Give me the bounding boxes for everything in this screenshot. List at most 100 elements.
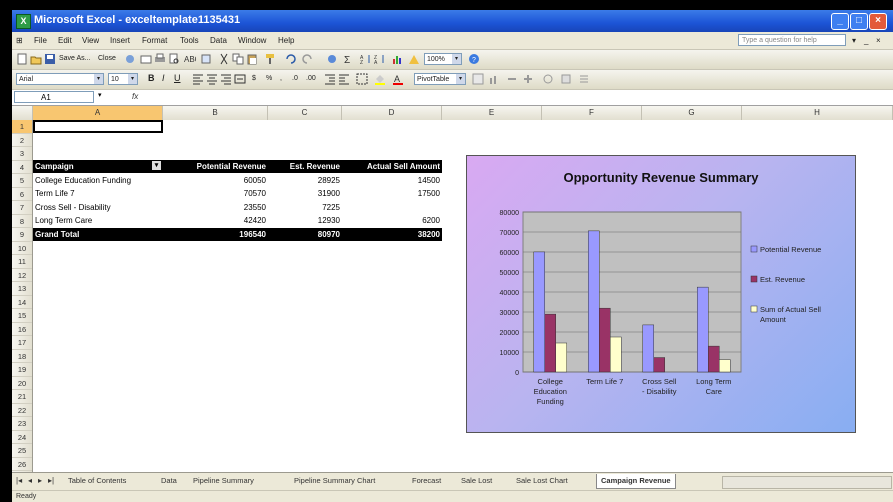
worksheet-grid[interactable]: Campaign ▾ Potential Revenue Est. Revenue… [33, 120, 893, 472]
table-cell[interactable]: 6200 [342, 214, 442, 227]
print-preview-icon[interactable] [168, 53, 180, 65]
menu-file[interactable]: File [34, 36, 47, 45]
column-header-a[interactable]: A [33, 106, 163, 120]
table-cell[interactable]: 28925 [268, 174, 342, 187]
underline-icon[interactable]: U [174, 73, 181, 83]
help-search-input[interactable]: Type a question for help [738, 34, 846, 46]
row-header-21[interactable]: 21 [12, 390, 32, 404]
menu-format[interactable]: Format [142, 36, 167, 45]
table-cell[interactable] [342, 201, 442, 214]
table-cell[interactable]: 12930 [268, 214, 342, 227]
prev-sheet-icon[interactable]: ◂ [28, 476, 32, 485]
row-header-14[interactable]: 14 [12, 296, 32, 309]
sheet-tab-sale-lost-chart[interactable]: Sale Lost Chart [512, 474, 572, 488]
row-header-15[interactable]: 15 [12, 309, 32, 323]
autosum-icon[interactable]: Σ [342, 53, 354, 65]
column-header-d[interactable]: D [342, 106, 442, 120]
grand-total-cell[interactable]: 196540 [163, 227, 268, 241]
row-header-23[interactable]: 23 [12, 417, 32, 431]
table-cell[interactable]: 7225 [268, 201, 342, 214]
font-size-select[interactable]: 10 ▾ [108, 73, 138, 85]
horizontal-scrollbar[interactable] [722, 476, 892, 489]
align-left-icon[interactable] [192, 73, 204, 85]
pivot-field-list-icon[interactable] [578, 73, 590, 85]
pivot-refresh-icon[interactable] [542, 73, 554, 85]
table-cell[interactable]: 70570 [163, 187, 268, 200]
pivot-hide-detail-icon[interactable] [506, 73, 518, 85]
row-header-8[interactable]: 8 [12, 215, 32, 228]
table-cell[interactable]: 42420 [163, 214, 268, 227]
align-right-icon[interactable] [220, 73, 232, 85]
print-icon[interactable] [154, 53, 166, 65]
excel-menu-icon[interactable]: ⊞ [16, 36, 23, 45]
open-icon[interactable] [30, 53, 42, 65]
select-all-corner[interactable] [12, 106, 33, 120]
row-header-20[interactable]: 20 [12, 377, 32, 390]
sheet-tab-pipeline-summary[interactable]: Pipeline Summary [189, 474, 258, 488]
save-icon[interactable] [44, 53, 56, 65]
merge-center-icon[interactable] [234, 73, 246, 85]
drawing-icon[interactable] [408, 53, 420, 65]
row-header-16[interactable]: 16 [12, 323, 32, 336]
chart-wizard-icon[interactable] [392, 53, 404, 65]
column-header-f[interactable]: F [542, 106, 642, 120]
pivot-show-detail-icon[interactable] [522, 73, 534, 85]
next-sheet-icon[interactable]: ▸ [38, 476, 42, 485]
table-header-campaign[interactable]: Campaign ▾ [33, 160, 163, 173]
grand-total-cell[interactable]: 38200 [342, 227, 442, 241]
column-header-e[interactable]: E [442, 106, 542, 120]
row-header-9[interactable]: 9 [12, 228, 32, 242]
table-cell[interactable]: Cross Sell - Disability [33, 201, 163, 214]
sheet-tab-table-of-contents[interactable]: Table of Contents [64, 474, 130, 488]
increase-decimal-icon[interactable]: .0 [292, 75, 298, 82]
sheet-tab-campaign-revenue[interactable]: Campaign Revenue [596, 474, 676, 489]
name-box[interactable]: A1 [14, 91, 94, 103]
decrease-decimal-icon[interactable]: .00 [306, 75, 316, 82]
row-header-26[interactable]: 26 [12, 458, 32, 471]
bold-icon[interactable]: B [148, 73, 155, 83]
row-header-24[interactable]: 24 [12, 431, 32, 444]
table-cell[interactable]: Term Life 7 [33, 187, 163, 200]
close-doc-button[interactable]: Close [98, 55, 116, 62]
grand-total-cell[interactable]: 80970 [268, 227, 342, 241]
email-icon[interactable] [140, 53, 152, 65]
menu-tools[interactable]: Tools [180, 36, 199, 45]
align-center-icon[interactable] [206, 73, 218, 85]
sheet-tab-pipeline-summary-chart[interactable]: Pipeline Summary Chart [290, 474, 379, 488]
row-header-11[interactable]: 11 [12, 255, 32, 269]
grand-total-label[interactable]: Grand Total [33, 227, 163, 241]
filter-dropdown-icon[interactable]: ▾ [152, 161, 161, 170]
row-header-22[interactable]: 22 [12, 404, 32, 417]
zoom-select[interactable]: 100% ▾ [424, 53, 462, 65]
row-header-13[interactable]: 13 [12, 282, 32, 296]
last-sheet-icon[interactable]: ▸| [48, 476, 54, 485]
sheet-tab-forecast[interactable]: Forecast [408, 474, 445, 488]
row-header-19[interactable]: 19 [12, 363, 32, 377]
increase-indent-icon[interactable] [338, 73, 350, 85]
row-header-3[interactable]: 3 [12, 147, 32, 161]
row-header-17[interactable]: 17 [12, 336, 32, 350]
pivottable-menu[interactable]: PivotTable ▾ [414, 73, 466, 85]
column-header-b[interactable]: B [163, 106, 268, 120]
table-cell[interactable]: 17500 [342, 187, 442, 200]
font-color-icon[interactable]: A [392, 73, 404, 85]
name-box-dropdown-icon[interactable]: ▾ [98, 91, 102, 99]
row-header-2[interactable]: 2 [12, 134, 32, 147]
first-sheet-icon[interactable]: |◂ [16, 476, 22, 485]
office-help-icon[interactable]: ? [468, 53, 480, 65]
new-icon[interactable] [16, 53, 28, 65]
paste-icon[interactable] [246, 53, 258, 65]
pivot-field-settings-icon[interactable] [560, 73, 572, 85]
permission-icon[interactable] [124, 53, 136, 65]
doc-close-icon[interactable]: × [876, 36, 881, 45]
close-button[interactable]: × [869, 13, 887, 30]
format-painter-icon[interactable] [264, 53, 276, 65]
menu-insert[interactable]: Insert [110, 36, 130, 45]
row-header-10[interactable]: 10 [12, 242, 32, 255]
sheet-tab-sale-lost[interactable]: Sale Lost [457, 474, 496, 488]
help-dropdown-icon[interactable]: ▾ [852, 36, 856, 45]
doc-minimize-icon[interactable]: _ [864, 36, 868, 45]
row-header-12[interactable]: 12 [12, 269, 32, 282]
table-cell[interactable]: Long Term Care [33, 214, 163, 227]
save-as-button[interactable]: Save As... [59, 55, 91, 62]
